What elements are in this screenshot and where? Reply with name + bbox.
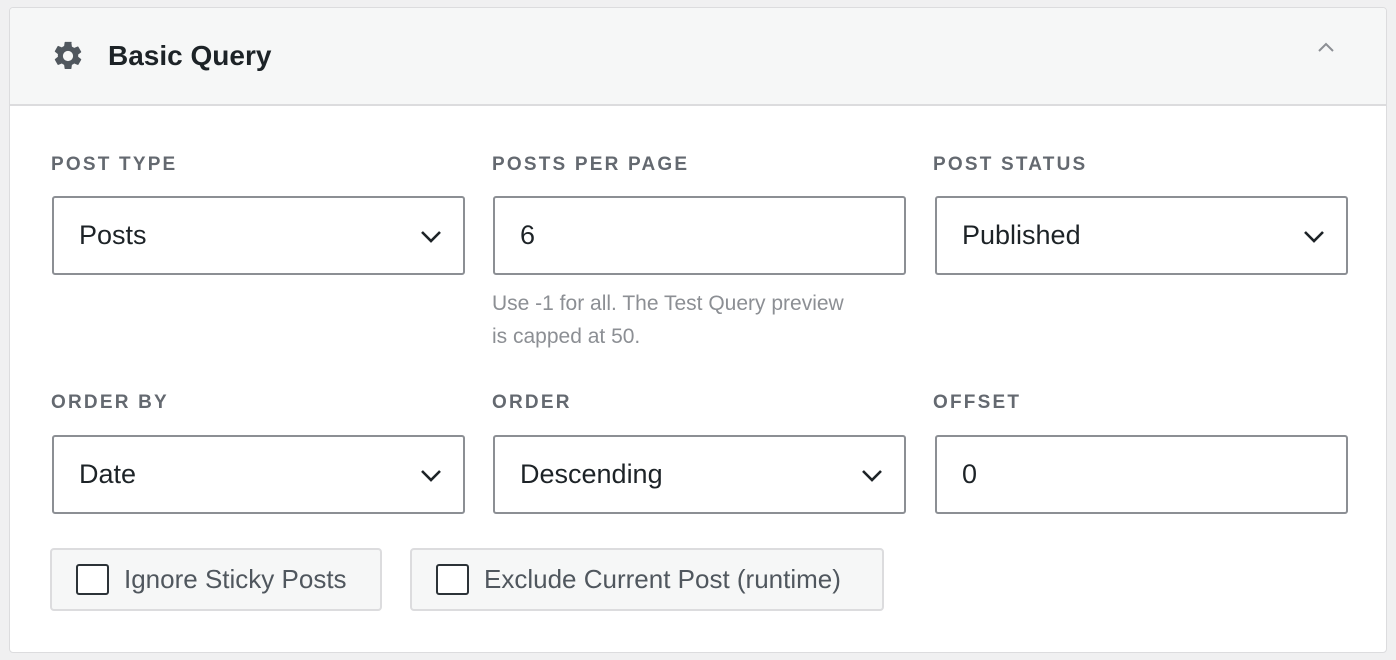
help-text-line: Use -1 for all. The Test Query preview — [492, 292, 844, 315]
posts-per-page-input[interactable]: 6 — [493, 196, 906, 275]
order-by-value: Date — [79, 459, 137, 489]
chevron-down-icon — [1304, 231, 1324, 243]
panel-title: Basic Query — [108, 40, 272, 71]
post-type-select[interactable]: Posts — [52, 196, 465, 275]
order-select[interactable]: Descending — [493, 435, 906, 514]
chevron-down-icon — [421, 231, 441, 243]
post-type-value: Posts — [79, 220, 147, 250]
order-by-label: ORDER BY — [51, 392, 169, 413]
help-text-line: is capped at 50. — [492, 325, 641, 348]
order-label: ORDER — [492, 392, 572, 413]
exclude-current-checkbox[interactable] — [436, 564, 469, 595]
panel-header[interactable]: Basic Query — [10, 8, 1386, 106]
gear-icon — [54, 41, 82, 70]
basic-query-panel: Basic Query POST TYPE Posts POSTS PER PA… — [9, 7, 1387, 653]
ignore-sticky-checkbox[interactable] — [76, 564, 109, 595]
posts-per-page-help: Use -1 for all. The Test Query preview i… — [492, 287, 912, 353]
posts-per-page-label: POSTS PER PAGE — [492, 154, 690, 175]
offset-input[interactable]: 0 — [935, 435, 1348, 514]
post-status-select[interactable]: Published — [935, 196, 1348, 275]
ignore-sticky-option[interactable]: Ignore Sticky Posts — [50, 548, 382, 611]
offset-value: 0 — [962, 459, 978, 489]
post-type-label: POST TYPE — [51, 154, 178, 175]
chevron-down-icon — [421, 470, 441, 482]
exclude-current-label[interactable]: Exclude Current Post (runtime) — [484, 550, 841, 609]
order-value: Descending — [520, 459, 663, 489]
order-by-select[interactable]: Date — [52, 435, 465, 514]
offset-label: OFFSET — [933, 392, 1022, 413]
post-status-value: Published — [962, 220, 1081, 250]
exclude-current-option[interactable]: Exclude Current Post (runtime) — [410, 548, 884, 611]
ignore-sticky-label[interactable]: Ignore Sticky Posts — [124, 550, 347, 609]
chevron-down-icon — [862, 470, 882, 482]
posts-per-page-value: 6 — [520, 220, 536, 250]
chevron-up-icon[interactable] — [1316, 41, 1336, 55]
post-status-label: POST STATUS — [933, 154, 1088, 175]
